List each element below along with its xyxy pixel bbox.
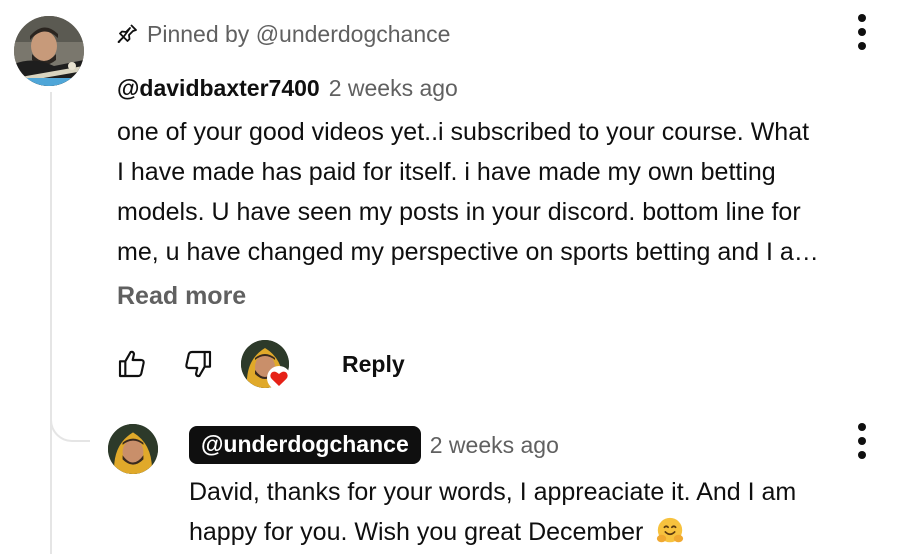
comment-header: @davidbaxter7400 2 weeks ago (117, 70, 458, 106)
thread-connector (50, 400, 90, 442)
reply-author-owner-badge[interactable]: @underdogchance (189, 426, 421, 464)
thumbs-down-icon[interactable] (182, 348, 214, 380)
more-vert-icon (858, 423, 866, 431)
comment-text-line: I have made has paid for itself. i have … (117, 158, 776, 186)
comment-menu-button[interactable] (852, 12, 872, 52)
comment-author[interactable]: @davidbaxter7400 (117, 75, 320, 102)
read-more-button[interactable]: Read more (117, 282, 246, 311)
reply-text-line-2: happy for you. Wish you great December (189, 512, 889, 552)
reply-avatar[interactable] (108, 424, 158, 474)
pinned-label: Pinned by @underdogchance (147, 20, 451, 47)
creator-heart (241, 340, 291, 390)
pinned-label-row: Pinned by @underdogchance (115, 18, 450, 50)
reply-text-line: David, thanks for your words, I appreaci… (189, 478, 797, 506)
reply-button[interactable]: Reply (325, 342, 422, 386)
reply-time[interactable]: 2 weeks ago (430, 432, 559, 459)
pin-icon (117, 24, 137, 43)
comment-text: one of your good videos yet..i subscribe… (117, 112, 907, 272)
avatar[interactable] (14, 16, 84, 86)
creator-heart-icon (267, 366, 291, 390)
thumbs-up-icon[interactable] (116, 348, 148, 380)
comment-text-line: me, u have changed my perspective on spo… (117, 238, 819, 266)
thread-line (50, 92, 52, 554)
reply-text: David, thanks for your words, I appreaci… (189, 472, 889, 552)
hugging-face-emoji (657, 517, 684, 543)
comment-text-line: one of your good videos yet..i subscribe… (117, 118, 810, 146)
comment-time[interactable]: 2 weeks ago (329, 75, 458, 102)
reply-menu-button[interactable] (852, 421, 872, 461)
reply-text-line: happy for you. Wish you great December (189, 518, 644, 546)
reply-avatar-photo (108, 424, 158, 474)
more-vert-icon (858, 14, 866, 22)
reply-header: @underdogchance 2 weeks ago (189, 425, 559, 465)
comment-text-line: models. U have seen my posts in your dis… (117, 198, 801, 226)
avatar-photo (14, 16, 84, 86)
